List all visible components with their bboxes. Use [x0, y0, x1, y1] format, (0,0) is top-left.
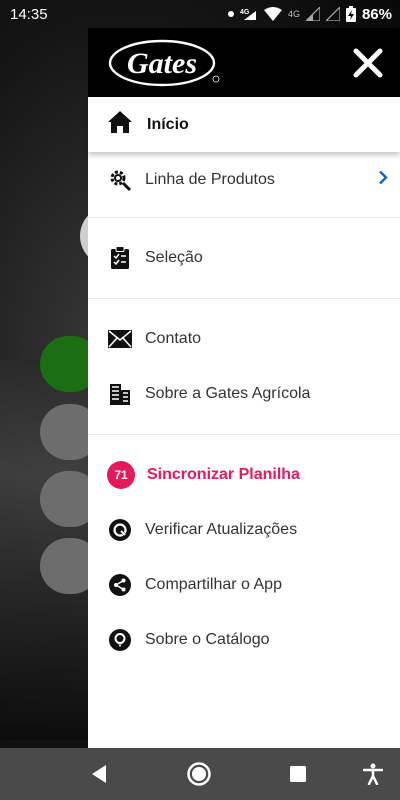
accessibility-button[interactable] [363, 763, 383, 785]
recents-icon [290, 766, 306, 782]
menu-item-home[interactable]: Início [88, 97, 400, 152]
menu-item-selection[interactable]: Seleção [88, 230, 400, 285]
home-button[interactable] [186, 761, 212, 787]
chevron-right-icon [378, 169, 388, 190]
home-icon [107, 110, 133, 139]
gates-logo: Gates [108, 37, 220, 89]
battery-charging-icon [345, 6, 356, 22]
menu-item-label: Sobre o Catálogo [145, 630, 270, 648]
drawer-header: Gates [88, 28, 400, 97]
network-type-label: 4G [287, 9, 300, 19]
building-icon [107, 381, 133, 407]
share-icon [107, 572, 133, 598]
status-bar: 14:35 4G 4G 86% [0, 0, 400, 28]
close-button[interactable] [350, 45, 386, 81]
notification-badge: 71 [107, 460, 135, 489]
close-icon [353, 48, 383, 77]
home-circle-icon [187, 762, 211, 786]
menu-item-contact[interactable]: Contato [88, 311, 400, 366]
cell-signal-icon [325, 7, 340, 21]
signal-4g-icon: 4G [240, 7, 258, 21]
menu-item-product-line[interactable]: Linha de Produtos [88, 152, 400, 207]
back-icon [92, 765, 106, 783]
gear-search-icon [107, 167, 133, 193]
menu-item-about-gates[interactable]: Sobre a Gates Agrícola [88, 366, 400, 421]
navigation-drawer: Gates Início Linha de Produtos Seleção C… [88, 28, 400, 748]
recent-apps-button[interactable] [289, 765, 307, 783]
brand-name: Gates [127, 47, 197, 80]
menu-item-label: Linha de Produtos [145, 170, 275, 188]
update-icon [107, 517, 133, 543]
cell-signal-icon [305, 7, 320, 21]
menu-item-sync-spreadsheet[interactable]: 71 Sincronizar Planilha [88, 447, 400, 502]
menu-item-label: Compartilhar o App [145, 575, 282, 593]
menu-item-label: Contato [145, 329, 202, 347]
wifi-icon [263, 7, 282, 21]
menu-item-label: Seleção [145, 248, 203, 266]
menu-item-share-app[interactable]: Compartilhar o App [88, 557, 400, 612]
system-navigation-bar [0, 748, 400, 800]
menu-item-check-updates[interactable]: Verificar Atualizações [88, 502, 400, 557]
menu-item-label: Sobre a Gates Agrícola [145, 384, 311, 402]
status-time: 14:35 [10, 5, 48, 23]
svg-text:4G: 4G [240, 9, 250, 16]
menu-item-label: Sincronizar Planilha [147, 465, 300, 483]
info-bulb-icon [107, 627, 133, 653]
clipboard-icon [107, 245, 133, 271]
mail-icon [107, 326, 133, 352]
menu-item-label: Verificar Atualizações [145, 520, 298, 538]
notification-dot-icon [227, 11, 234, 17]
accessibility-icon [363, 763, 383, 785]
battery-percentage: 86% [361, 5, 392, 23]
back-button[interactable] [90, 764, 108, 784]
menu-item-home-label: Início [147, 115, 189, 133]
menu-item-about-catalog[interactable]: Sobre o Catálogo [88, 612, 400, 667]
